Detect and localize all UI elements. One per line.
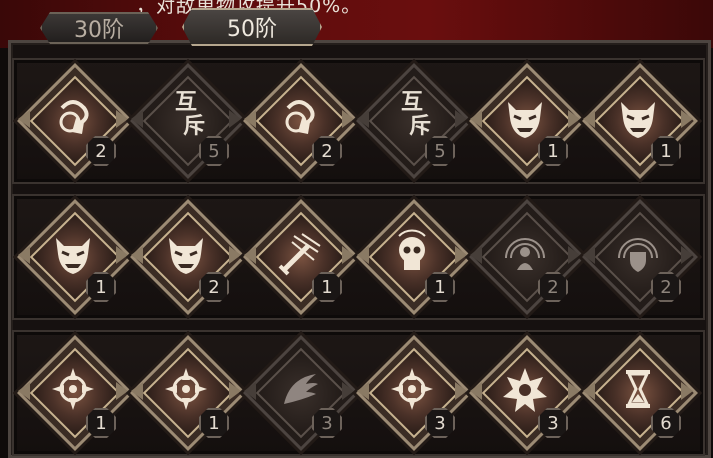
mutual-exclusion-text-icon: 互斥	[157, 90, 215, 146]
icon-text: 互	[400, 89, 423, 115]
hook-icon	[274, 92, 324, 142]
talent-node[interactable]: 3	[243, 335, 359, 451]
level-badge: 3	[312, 408, 342, 438]
demon-mask-icon	[161, 228, 211, 278]
shield-aura-icon	[613, 228, 663, 278]
talent-node[interactable]: 1	[130, 335, 246, 451]
level-badge: 2	[538, 272, 568, 302]
burst-icon	[500, 364, 550, 414]
hourglass-icon	[613, 364, 663, 414]
talent-node[interactable]: 1	[17, 199, 133, 315]
level-badge: 5	[199, 136, 229, 166]
level-badge: 1	[425, 272, 455, 302]
talent-node[interactable]: 1	[582, 63, 698, 179]
talent-node[interactable]: 2	[130, 199, 246, 315]
icon-text: 互	[174, 89, 197, 115]
demon-mask-icon	[48, 228, 98, 278]
level-badge: 3	[425, 408, 455, 438]
talent-node[interactable]: 3	[356, 335, 472, 451]
demon-mask-icon	[500, 92, 550, 142]
level-badge: 2	[199, 272, 229, 302]
skull-icon	[387, 228, 437, 278]
hook-icon	[48, 92, 98, 142]
level-badge: 2	[312, 136, 342, 166]
level-badge: 1	[86, 408, 116, 438]
wing-icon	[274, 364, 324, 414]
talent-node[interactable]: 2	[469, 199, 585, 315]
level-badge: 3	[538, 408, 568, 438]
talent-node[interactable]: 2	[243, 63, 359, 179]
talent-node[interactable]: 2	[582, 199, 698, 315]
level-badge: 1	[86, 272, 116, 302]
level-badge: 1	[538, 136, 568, 166]
level-badge: 2	[86, 136, 116, 166]
talent-node[interactable]: 互斥5	[130, 63, 246, 179]
level-badge: 1	[199, 408, 229, 438]
talent-node[interactable]: 1	[469, 63, 585, 179]
talent-node[interactable]: 1	[17, 335, 133, 451]
compass-icon	[387, 364, 437, 414]
talent-node[interactable]: 6	[582, 335, 698, 451]
demon-mask-icon	[613, 92, 663, 142]
person-aura-icon	[500, 228, 550, 278]
level-badge: 1	[312, 272, 342, 302]
talent-node[interactable]: 1	[356, 199, 472, 315]
tab-50[interactable]: 50阶	[182, 8, 322, 46]
sword-slash-icon	[274, 228, 324, 278]
mutual-exclusion-text-icon: 互斥	[383, 90, 441, 146]
icon-text: 斥	[182, 113, 205, 139]
level-badge: 1	[651, 136, 681, 166]
level-badge: 5	[425, 136, 455, 166]
talent-node[interactable]: 互斥5	[356, 63, 472, 179]
talent-node[interactable]: 1	[243, 199, 359, 315]
talent-node[interactable]: 2	[17, 63, 133, 179]
level-badge: 2	[651, 272, 681, 302]
icon-text: 斥	[408, 113, 431, 139]
talent-node[interactable]: 3	[469, 335, 585, 451]
level-badge: 6	[651, 408, 681, 438]
compass-icon	[48, 364, 98, 414]
compass-icon	[161, 364, 211, 414]
tab-30[interactable]: 30阶	[40, 12, 158, 44]
